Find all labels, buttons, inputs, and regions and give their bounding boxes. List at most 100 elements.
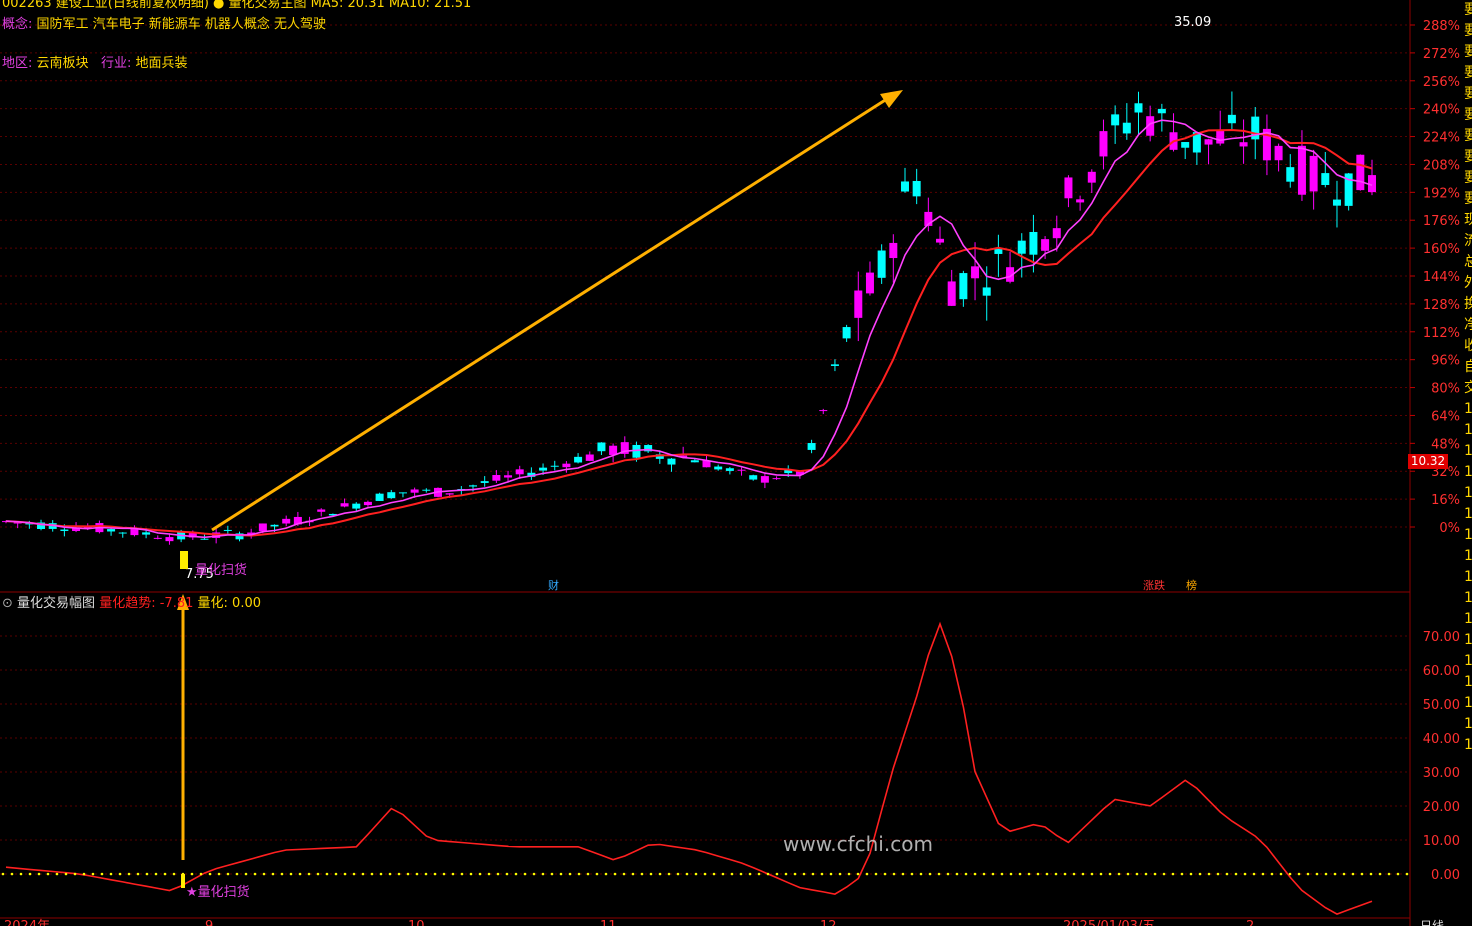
side-char: 要 [1464,23,1472,39]
zero-dot [1369,872,1373,876]
zero-dot [487,872,491,876]
concept-list[interactable]: 国防军工 汽车电子 新能源车 机器人概念 无人驾驶 [37,17,327,32]
candle-body [550,465,559,467]
zero-dot [1207,872,1211,876]
indicator-y-tick-label: 0.00 [1431,868,1460,883]
zero-dot [199,872,203,876]
zero-dot [478,872,482,876]
side-char: 现 [1464,212,1472,228]
candle-body [469,485,478,487]
side-char: 要 [1464,44,1472,60]
candle-body [317,509,326,512]
candle-body [971,266,980,279]
zero-dot [10,872,14,876]
y-tick-label: 160% [1423,242,1460,257]
indicator-title[interactable]: 量化交易幅图 [17,596,95,611]
candle-body [1286,167,1295,182]
zero-dot [154,872,158,876]
candle-body [270,524,279,527]
candle-body [153,537,162,539]
zero-dot [829,872,833,876]
candle-body [982,287,991,296]
zero-dot [316,872,320,876]
candle-body [223,529,232,531]
zero-dot [703,872,707,876]
candle-body [819,410,828,412]
candle-body [492,475,501,481]
zero-dot [1306,872,1310,876]
side-char: 1 [1464,443,1472,459]
candle-body [585,454,594,461]
chart-canvas[interactable]: 288% 272% 256% 240% 224% 208% 192% 176% 160% 144%… [0,0,1472,926]
side-char: 要 [1464,2,1472,18]
zero-dot [1135,872,1139,876]
candle-body [749,475,758,480]
concept-row: 概念: 国防军工 汽车电子 新能源车 机器人概念 无人驾驶 [2,13,326,32]
indicator-y-tick-label: 40.00 [1423,732,1460,747]
indicator-y-tick-label: 50.00 [1423,698,1460,713]
zero-dot [1108,872,1112,876]
candle-body [912,180,921,197]
zero-dot [73,872,77,876]
zero-dot [622,872,626,876]
zero-dot [649,872,653,876]
zero-dot [397,872,401,876]
candle-body [1017,240,1026,254]
candle-body [994,249,1003,254]
signal-label: 量化扫货 [195,562,247,578]
candle-body [947,281,956,306]
industry-value[interactable]: 地面兵装 [135,56,187,71]
collapse-icon[interactable]: ⊙ [2,596,13,611]
candle-body [352,503,361,509]
y-tick-label: 224% [1423,131,1460,146]
zero-dot [847,872,851,876]
candle-body [60,529,69,531]
zero-dot [757,872,761,876]
zero-dot [1252,872,1256,876]
y-tick-label: 96% [1431,354,1460,369]
candle-body [387,492,396,499]
zero-dot [523,872,527,876]
region-value[interactable]: 云南板块 [37,56,89,71]
y-tick-label: 80% [1431,382,1460,397]
zero-dot [217,872,221,876]
zero-dot [1054,872,1058,876]
trend-value: -7.81 [159,596,194,611]
rise-arrow-line [211,95,891,532]
zero-dot [1297,872,1301,876]
zero-dot [613,872,617,876]
candle-body [165,537,174,542]
zero-dot [955,872,959,876]
zero-dot [1063,872,1067,876]
side-char: 1 [1464,653,1472,669]
zero-dot [946,872,950,876]
zero-dot [1117,872,1121,876]
zero-dot [1234,872,1238,876]
candle-body [1274,145,1283,161]
candle-body [1052,228,1061,239]
period-label: 日线 [1420,919,1444,926]
candle-body [865,272,874,294]
zero-dot [253,872,257,876]
zero-dot [1378,872,1382,876]
zero-dot [964,872,968,876]
zero-dot [928,872,932,876]
x-axis-label: 2 [1246,919,1254,926]
candle-body [737,469,746,471]
zero-dot [892,872,896,876]
zero-dot [919,872,923,876]
concept-label: 概念: [2,17,33,32]
zero-dot [730,872,734,876]
zero-dot [1387,872,1391,876]
candle-body [340,503,349,507]
candle-body [1029,231,1038,255]
zero-dot [505,872,509,876]
side-char: 总 [1464,254,1472,270]
zero-dot [64,872,68,876]
zero-dot [1324,872,1328,876]
zero-dot [82,872,86,876]
zero-dot [1072,872,1076,876]
zero-dot [244,872,248,876]
zero-dot [1189,872,1193,876]
zero-dot [1315,872,1319,876]
